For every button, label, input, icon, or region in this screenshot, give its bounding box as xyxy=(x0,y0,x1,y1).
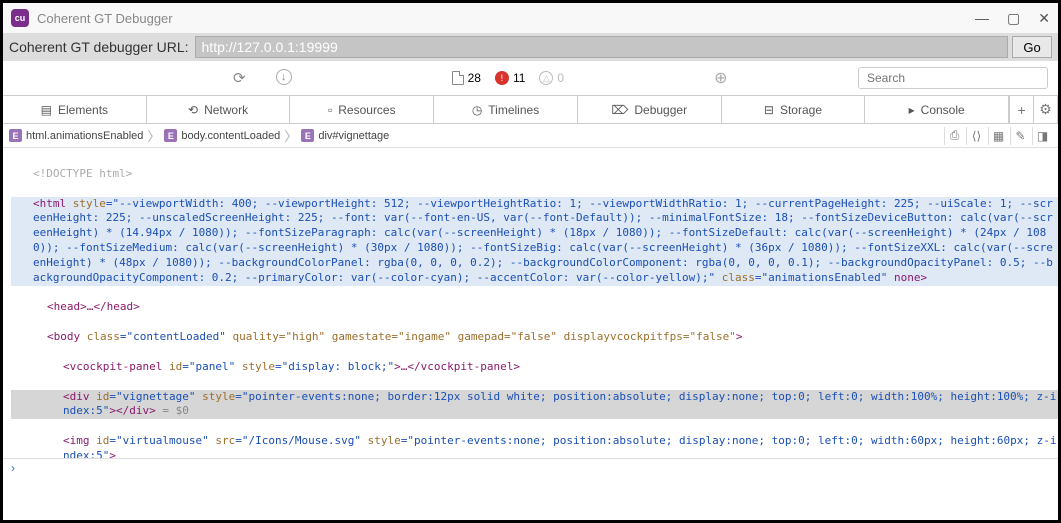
tab-network[interactable]: ⟲Network xyxy=(147,96,291,123)
tab-storage[interactable]: ⊟Storage xyxy=(722,96,866,123)
warn-count[interactable]: △0 xyxy=(539,71,564,85)
resources-icon: ▫ xyxy=(328,103,332,117)
dom-node-selected[interactable]: <div id="vignettage" style="pointer-even… xyxy=(11,390,1058,420)
breadcrumb-item[interactable]: Ebody.contentLoaded xyxy=(164,129,280,142)
error-count[interactable]: !11 xyxy=(495,71,525,85)
download-icon[interactable]: ↓ xyxy=(276,69,292,85)
warning-icon: △ xyxy=(539,71,553,85)
element-badge-icon: E xyxy=(9,129,22,142)
panel-tabs: ▤Elements ⟲Network ▫Resources ◷Timelines… xyxy=(3,96,1058,124)
element-badge-icon: E xyxy=(164,129,177,142)
breadcrumb-item[interactable]: Ehtml.animationsEnabled xyxy=(9,129,143,142)
debugger-icon: ⌦ xyxy=(611,103,628,117)
reload-icon[interactable]: ⟳ xyxy=(233,69,246,87)
search-input[interactable] xyxy=(858,67,1048,89)
grid-icon[interactable]: ▦ xyxy=(988,127,1008,145)
dom-node[interactable]: <vcockpit-panel id="panel" style="displa… xyxy=(11,360,1058,375)
titlebar: cu Coherent GT Debugger — ▢ ✕ xyxy=(3,3,1058,33)
crosshair-icon[interactable]: ⊕ xyxy=(714,68,727,88)
dom-node[interactable]: <img id="virtualmouse" src="/Icons/Mouse… xyxy=(11,434,1058,458)
chevron-right-icon: 〉 xyxy=(147,126,160,145)
minimize-icon[interactable]: — xyxy=(975,10,989,27)
doc-count[interactable]: 28 xyxy=(452,71,481,85)
breadcrumb-item[interactable]: Ediv#vignettage xyxy=(301,129,389,142)
print-icon[interactable]: ⎙ xyxy=(944,127,964,145)
console-prompt[interactable]: › xyxy=(3,458,1058,478)
edit-icon[interactable]: ✎ xyxy=(1010,127,1030,145)
dom-node[interactable]: <html style="--viewportWidth: 400; --vie… xyxy=(11,197,1058,286)
dom-tree[interactable]: <!DOCTYPE html> <html style="--viewportW… xyxy=(3,148,1058,458)
panel-icon[interactable]: ◨ xyxy=(1032,127,1052,145)
dom-node[interactable]: <body class="contentLoaded" quality="hig… xyxy=(11,330,1058,345)
dom-node[interactable]: <!DOCTYPE html> xyxy=(11,167,1058,182)
breadcrumb: Ehtml.animationsEnabled 〉 Ebody.contentL… xyxy=(3,124,1058,148)
timelines-icon: ◷ xyxy=(472,103,482,117)
elements-icon: ▤ xyxy=(41,103,52,117)
settings-icon[interactable]: ⚙ xyxy=(1034,96,1058,123)
go-button[interactable]: Go xyxy=(1012,36,1052,58)
tab-console[interactable]: ▸Console xyxy=(865,96,1009,123)
add-tab-button[interactable]: + xyxy=(1010,96,1034,123)
url-bar: Coherent GT debugger URL: Go xyxy=(3,33,1058,61)
url-label: Coherent GT debugger URL: xyxy=(9,39,189,55)
element-badge-icon: E xyxy=(301,129,314,142)
console-icon: ▸ xyxy=(909,103,915,117)
window-title: Coherent GT Debugger xyxy=(37,11,975,26)
close-icon[interactable]: ✕ xyxy=(1038,10,1050,27)
tab-timelines[interactable]: ◷Timelines xyxy=(434,96,578,123)
storage-icon: ⊟ xyxy=(764,103,774,117)
maximize-icon[interactable]: ▢ xyxy=(1007,10,1020,27)
document-icon xyxy=(452,71,464,85)
dom-node[interactable]: <head>…</head> xyxy=(11,300,1058,315)
url-input[interactable] xyxy=(195,36,1008,58)
tab-elements[interactable]: ▤Elements xyxy=(3,96,147,123)
toolbar: ⟳ ↓ 28 !11 △0 ⊕ xyxy=(3,61,1058,96)
code-icon[interactable]: ⟨⟩ xyxy=(966,127,986,145)
tab-resources[interactable]: ▫Resources xyxy=(290,96,434,123)
app-logo: cu xyxy=(11,9,29,27)
chevron-right-icon: 〉 xyxy=(284,126,297,145)
error-icon: ! xyxy=(495,71,509,85)
network-icon: ⟲ xyxy=(188,103,198,117)
tab-debugger[interactable]: ⌦Debugger xyxy=(578,96,722,123)
